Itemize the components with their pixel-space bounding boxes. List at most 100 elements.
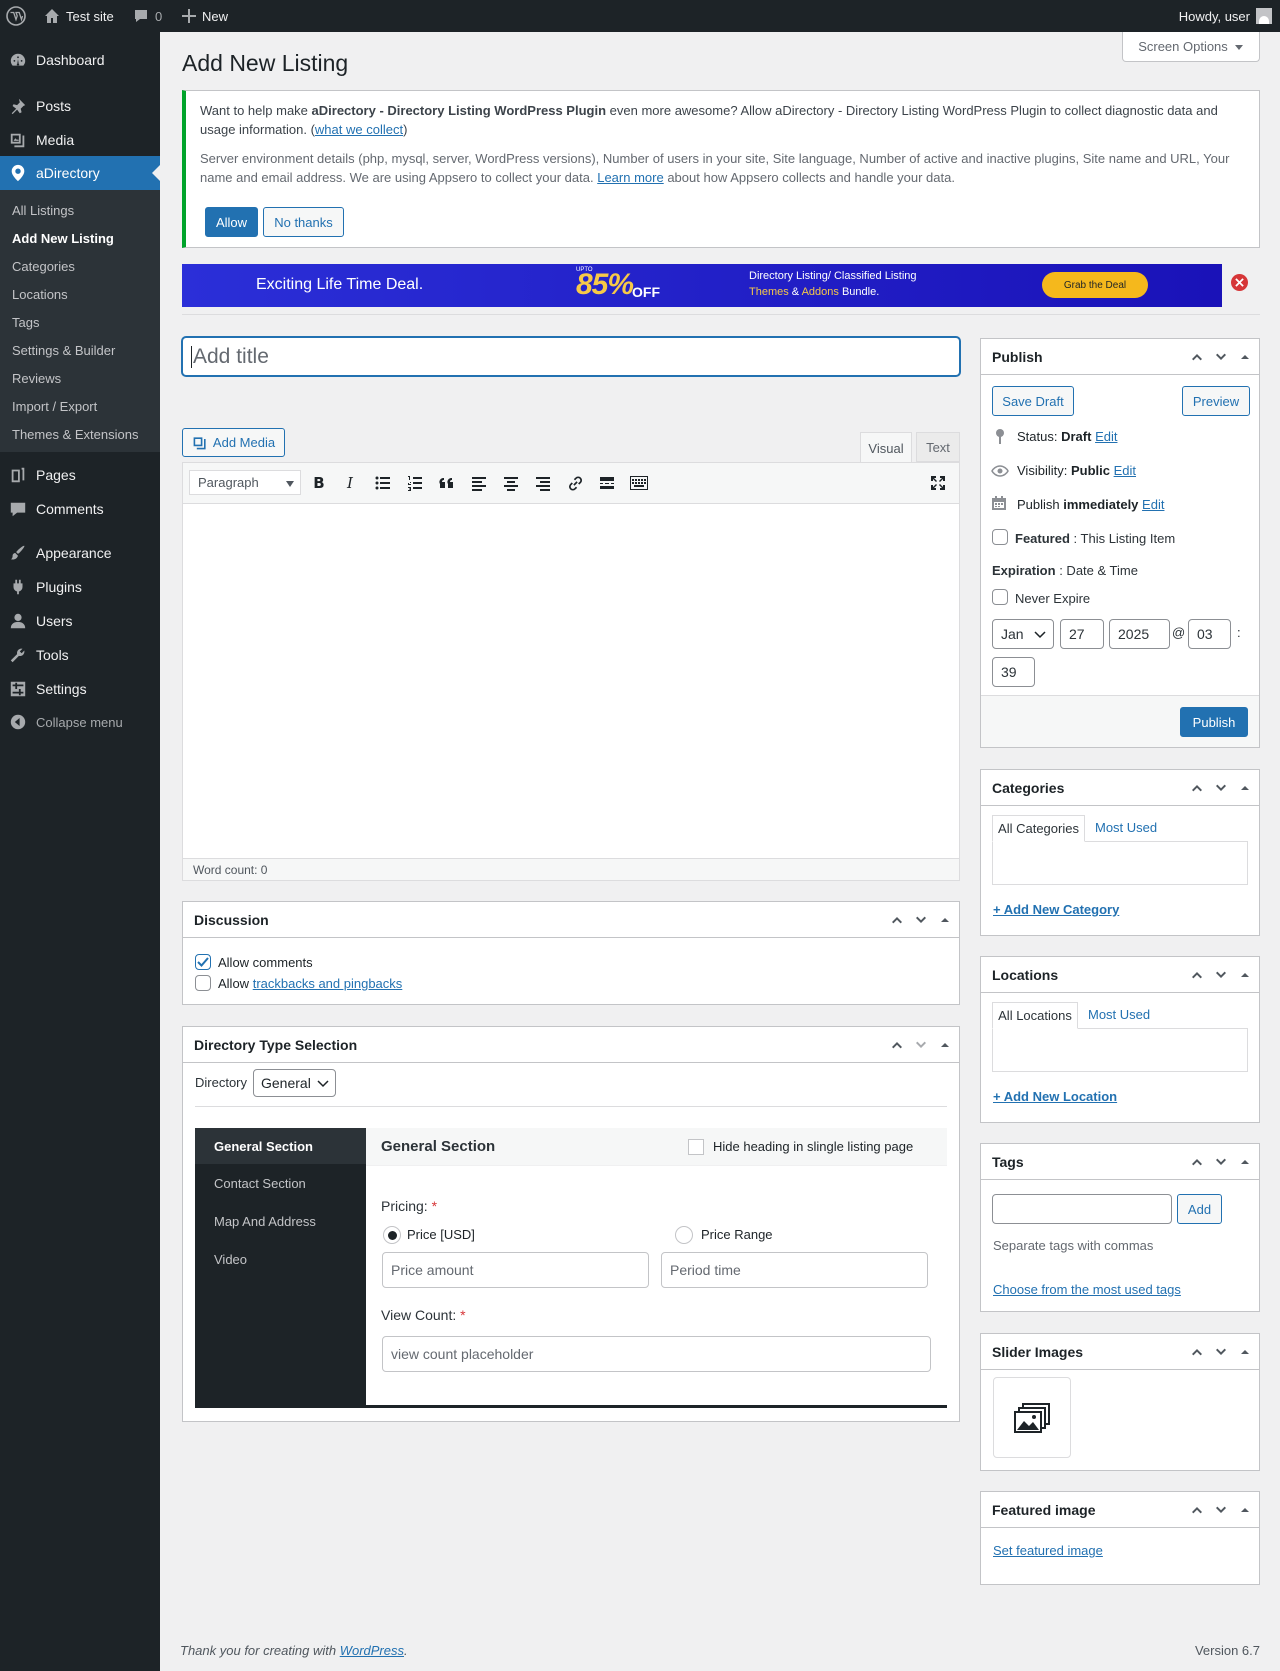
tab-all-categories[interactable]: All Categories — [992, 815, 1085, 842]
screen-options-button[interactable]: Screen Options — [1122, 32, 1260, 62]
toggle-panel-icon[interactable] — [1237, 1344, 1253, 1360]
wordpress-link[interactable]: WordPress — [340, 1643, 404, 1658]
dismiss-banner-icon[interactable] — [1231, 274, 1248, 291]
toggle-panel-icon[interactable] — [1237, 1154, 1253, 1170]
add-new-location-link[interactable]: + Add New Location — [993, 1089, 1117, 1104]
move-down-icon[interactable] — [1213, 1344, 1229, 1360]
align-right-icon[interactable] — [533, 473, 553, 493]
tab-visual[interactable]: Visual — [860, 432, 912, 463]
menu-comments[interactable]: Comments — [0, 492, 160, 526]
menu-posts[interactable]: Posts — [0, 89, 160, 123]
expiration-year-input[interactable]: 2025 — [1109, 619, 1170, 649]
format-select[interactable]: Paragraph — [189, 470, 301, 495]
edit-visibility-link[interactable]: Edit — [1114, 463, 1136, 478]
toggle-panel-icon[interactable] — [937, 1037, 953, 1053]
collapse-menu-button[interactable]: Collapse menu — [0, 705, 160, 739]
add-slider-image-button[interactable] — [993, 1377, 1071, 1458]
edit-status-link[interactable]: Edit — [1095, 429, 1117, 444]
never-expire-checkbox[interactable] — [992, 589, 1008, 605]
hide-heading-checkbox[interactable] — [688, 1139, 704, 1155]
add-new-category-link[interactable]: + Add New Category — [993, 902, 1119, 917]
price-usd-radio[interactable] — [383, 1226, 401, 1244]
promo-banner[interactable]: Exciting Life Time Deal. UPTO 85% OFF Di… — [182, 264, 1222, 307]
categories-checklist[interactable] — [992, 841, 1248, 885]
move-up-icon[interactable] — [889, 912, 905, 928]
menu-pages[interactable]: Pages — [0, 458, 160, 492]
move-down-icon[interactable] — [913, 912, 929, 928]
tab-most-used-categories[interactable]: Most Used — [1095, 820, 1157, 835]
submenu-themes-extensions[interactable]: Themes & Extensions — [12, 427, 138, 442]
move-up-icon[interactable] — [1189, 967, 1205, 983]
title-input[interactable]: Add title — [182, 337, 960, 376]
insert-link-icon[interactable] — [565, 473, 585, 493]
save-draft-button[interactable]: Save Draft — [992, 386, 1074, 416]
learn-more-link[interactable]: Learn more — [597, 170, 663, 185]
allow-trackbacks-checkbox[interactable] — [195, 975, 211, 991]
read-more-icon[interactable] — [597, 473, 617, 493]
allow-button[interactable]: Allow — [205, 207, 258, 237]
fullscreen-icon[interactable] — [928, 473, 948, 493]
toggle-panel-icon[interactable] — [1237, 349, 1253, 365]
submenu-import-export[interactable]: Import / Export — [12, 399, 97, 414]
toggle-panel-icon[interactable] — [1237, 780, 1253, 796]
section-tab-map-address[interactable]: Map And Address — [214, 1214, 316, 1229]
tab-all-locations[interactable]: All Locations — [992, 1002, 1078, 1029]
allow-comments-checkbox[interactable] — [195, 954, 211, 970]
directory-select[interactable]: General — [253, 1069, 336, 1097]
move-down-icon[interactable] — [913, 1037, 929, 1053]
add-tag-button[interactable]: Add — [1177, 1194, 1222, 1224]
new-content-link[interactable]: New — [182, 0, 228, 32]
submenu-all-listings[interactable]: All Listings — [12, 203, 74, 218]
submenu-settings-builder[interactable]: Settings & Builder — [12, 343, 115, 358]
what-we-collect-link[interactable]: what we collect — [315, 122, 403, 137]
period-time-input[interactable]: Period time — [661, 1252, 928, 1288]
expiration-hour-input[interactable]: 03 — [1188, 619, 1231, 649]
site-name-link[interactable]: Test site — [44, 0, 114, 32]
italic-icon[interactable]: I — [340, 473, 360, 493]
move-up-icon[interactable] — [1189, 349, 1205, 365]
menu-adirectory[interactable]: aDirectory — [0, 156, 160, 190]
menu-settings[interactable]: Settings — [0, 672, 160, 706]
move-up-icon[interactable] — [1189, 1344, 1205, 1360]
align-left-icon[interactable] — [469, 473, 489, 493]
bold-icon[interactable]: B — [309, 473, 329, 493]
no-thanks-button[interactable]: No thanks — [263, 207, 344, 237]
choose-most-used-tags-link[interactable]: Choose from the most used tags — [993, 1282, 1181, 1297]
move-up-icon[interactable] — [1189, 1154, 1205, 1170]
align-center-icon[interactable] — [501, 473, 521, 493]
numbered-list-icon[interactable] — [405, 473, 425, 493]
expiration-month-select[interactable]: Jan — [992, 619, 1054, 649]
submenu-add-new-listing[interactable]: Add New Listing — [12, 231, 114, 246]
menu-dashboard[interactable]: Dashboard — [0, 43, 160, 77]
preview-button[interactable]: Preview — [1182, 386, 1250, 416]
tab-text[interactable]: Text — [916, 432, 960, 462]
move-down-icon[interactable] — [1213, 1154, 1229, 1170]
move-down-icon[interactable] — [1213, 349, 1229, 365]
section-tab-contact[interactable]: Contact Section — [214, 1176, 306, 1191]
section-tab-general[interactable]: General Section — [195, 1128, 366, 1164]
menu-tools[interactable]: Tools — [0, 638, 160, 672]
section-tab-video[interactable]: Video — [214, 1252, 247, 1267]
expiration-day-input[interactable]: 27 — [1060, 619, 1104, 649]
locations-checklist[interactable] — [992, 1028, 1248, 1072]
add-media-button[interactable]: Add Media — [182, 428, 285, 457]
set-featured-image-link[interactable]: Set featured image — [993, 1543, 1103, 1558]
tab-most-used-locations[interactable]: Most Used — [1088, 1007, 1150, 1022]
publish-button[interactable]: Publish — [1180, 707, 1248, 737]
toggle-panel-icon[interactable] — [937, 912, 953, 928]
move-up-icon[interactable] — [1189, 1502, 1205, 1518]
move-down-icon[interactable] — [1213, 1502, 1229, 1518]
submenu-categories[interactable]: Categories — [12, 259, 75, 274]
menu-appearance[interactable]: Appearance — [0, 536, 160, 570]
move-up-icon[interactable] — [1189, 780, 1205, 796]
bulleted-list-icon[interactable] — [373, 473, 393, 493]
price-range-radio[interactable] — [675, 1226, 693, 1244]
submenu-tags[interactable]: Tags — [12, 315, 39, 330]
grab-deal-button[interactable]: Grab the Deal — [1042, 272, 1148, 298]
blockquote-icon[interactable] — [437, 473, 457, 493]
toolbar-toggle-icon[interactable] — [629, 473, 649, 493]
wordpress-logo-icon[interactable] — [6, 0, 26, 32]
toggle-panel-icon[interactable] — [1237, 1502, 1253, 1518]
editor-body[interactable] — [183, 504, 959, 858]
menu-media[interactable]: Media — [0, 123, 160, 157]
